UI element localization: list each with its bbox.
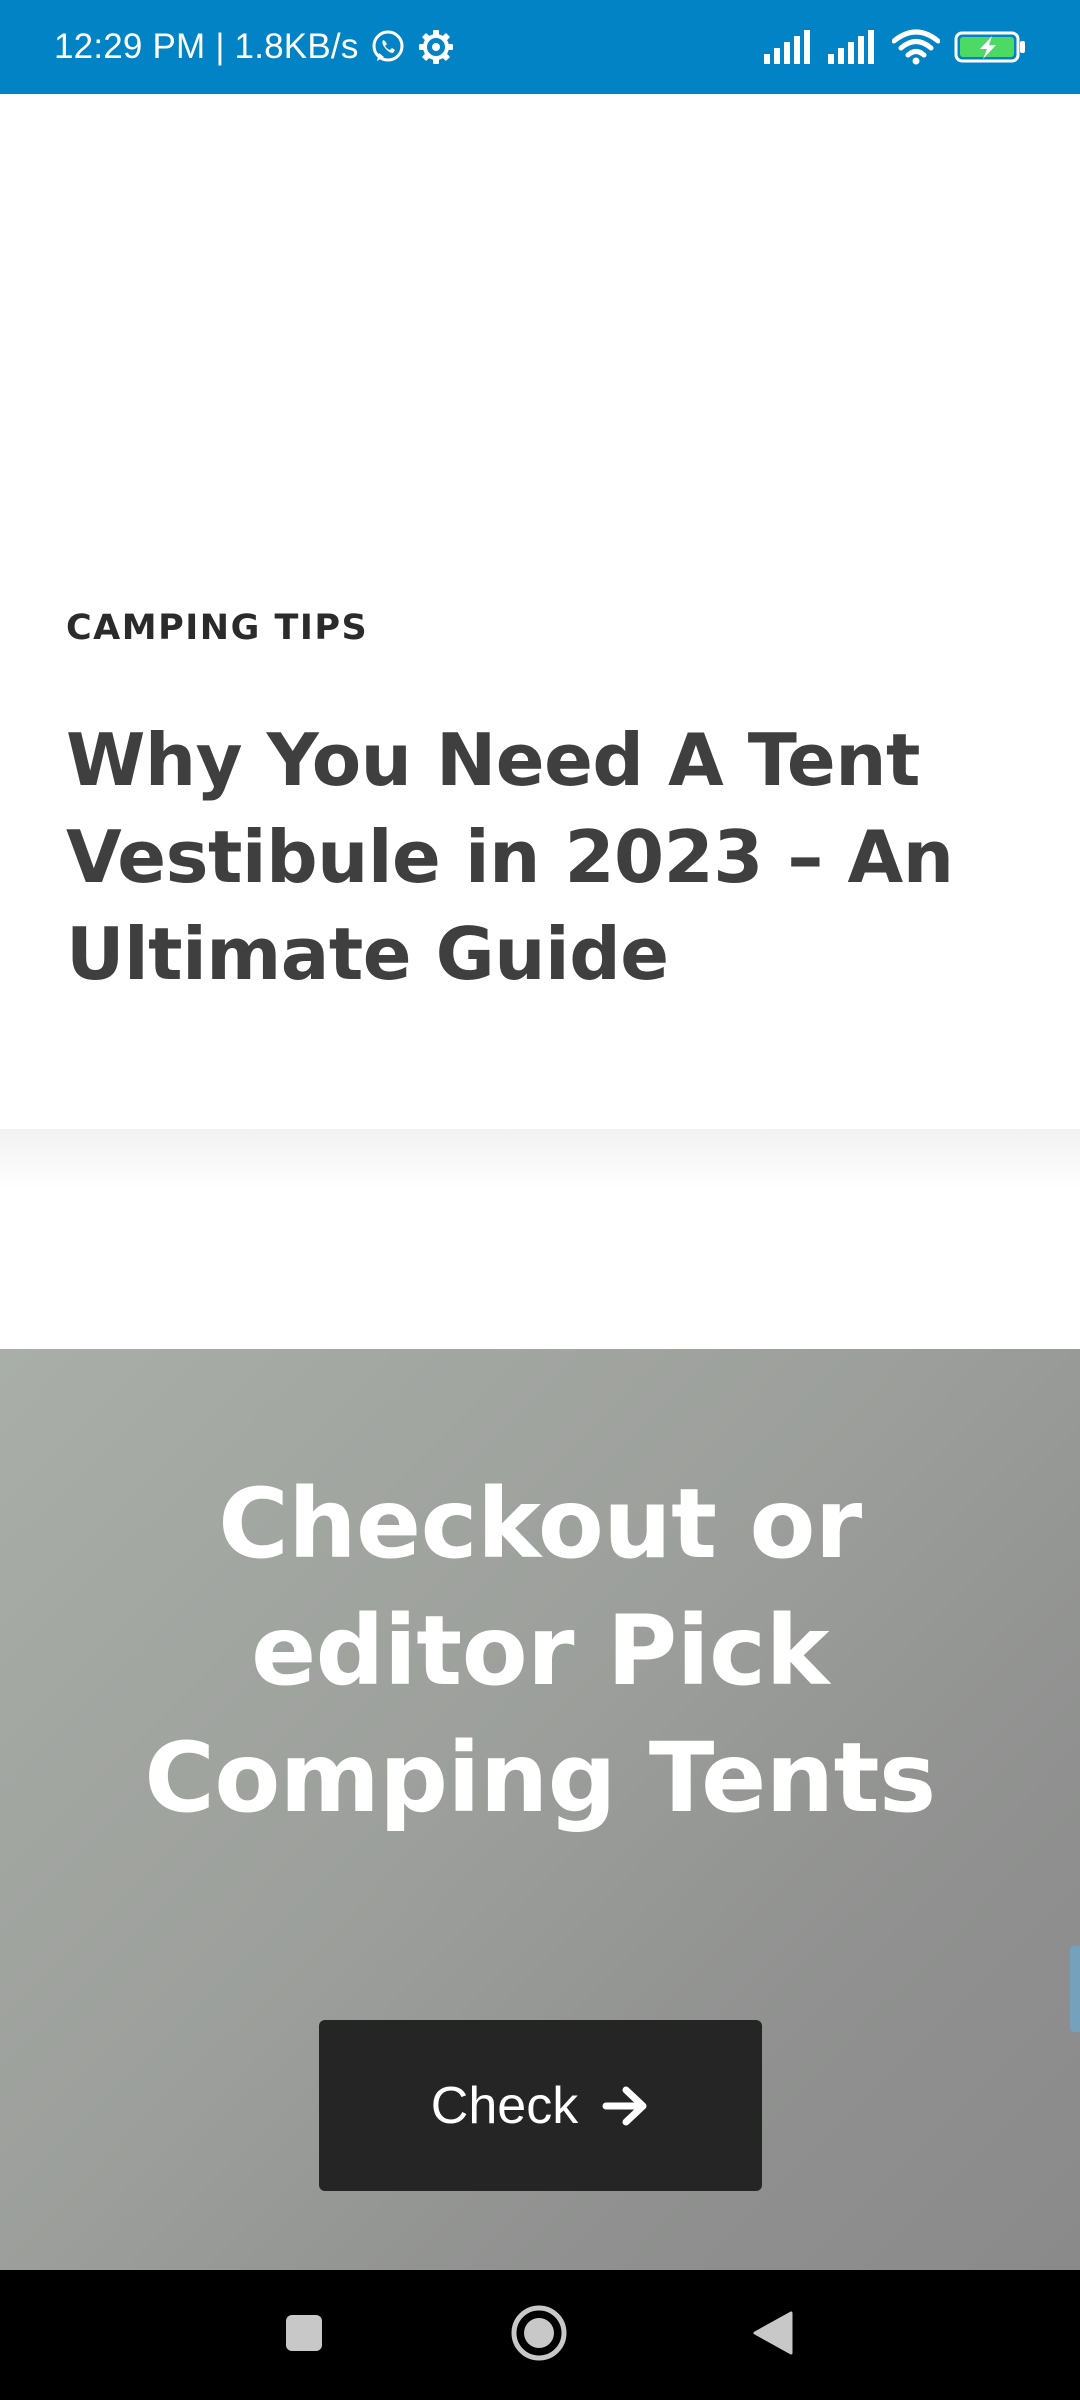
recents-icon [284, 2313, 324, 2358]
page: 12:29 PM | 1.8KB/s CAMPING TIPS Why You … [0, 0, 1080, 2400]
signal-icon [764, 30, 814, 64]
status-time-speed: 12:29 PM | 1.8KB/s [54, 27, 359, 66]
article-title: Why You Need A Tent Vestibule in 2023 – … [66, 718, 954, 996]
category-link[interactable]: CAMPING TIPS [66, 608, 368, 648]
wifi-icon [892, 29, 940, 65]
battery-charging-icon [954, 30, 1026, 64]
signal-icon [828, 30, 878, 64]
status-bar-right [764, 29, 1026, 65]
navigation-bar [0, 2270, 1080, 2400]
home-icon [509, 2303, 569, 2368]
whatsapp-icon [369, 28, 407, 66]
promo-heading: Checkout or editor Pick Comping Tents [144, 1468, 936, 1834]
home-button[interactable] [506, 2302, 572, 2368]
check-button-label: Check [430, 2076, 579, 2135]
check-button[interactable]: Check [319, 2020, 762, 2191]
back-icon [751, 2309, 795, 2362]
status-bar: 12:29 PM | 1.8KB/s [0, 0, 1080, 94]
recents-button[interactable] [271, 2302, 337, 2368]
arrow-right-icon [602, 2084, 650, 2128]
status-bar-left: 12:29 PM | 1.8KB/s [54, 27, 455, 67]
back-button[interactable] [740, 2302, 806, 2368]
card-shadow [0, 1129, 1080, 1189]
promo-section: Checkout or editor Pick Comping Tents Ch… [0, 1349, 1080, 2270]
settings-gear-icon [417, 28, 455, 66]
scroll-handle[interactable] [1070, 1946, 1080, 2032]
